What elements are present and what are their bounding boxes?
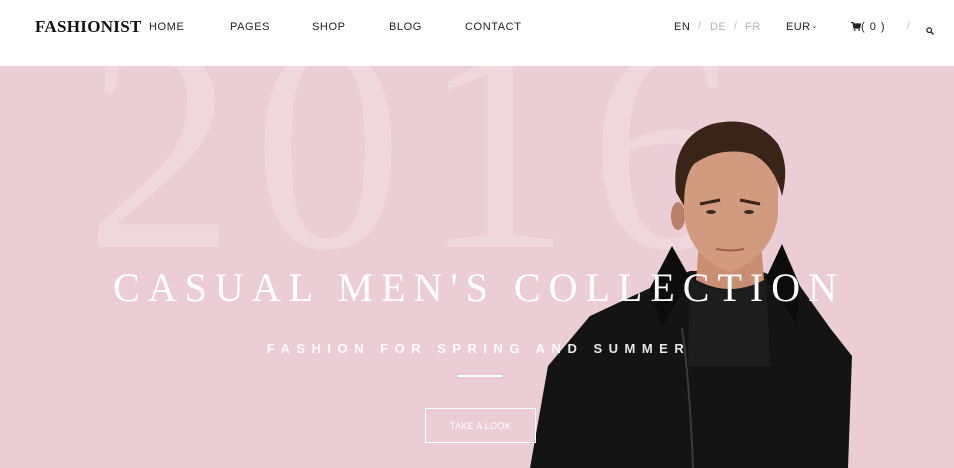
cart-count: ( 0 ) xyxy=(861,21,886,33)
search-icon[interactable] xyxy=(926,22,934,40)
site-logo[interactable]: FASHIONIST xyxy=(35,17,142,37)
language-separator: / xyxy=(698,20,702,32)
hero-subheadline: FASHION FOR SPRING AND SUMMER xyxy=(266,341,691,356)
currency-selector[interactable]: EUR⌄ xyxy=(786,21,818,33)
language-fr[interactable]: FR xyxy=(745,21,761,33)
nav-item-blog[interactable]: BLOG xyxy=(389,21,422,33)
hero-banner: 2016 CASUAL MEN'S COLLECTION FASHION FOR… xyxy=(0,66,954,468)
currency-label: EUR xyxy=(786,21,811,33)
take-a-look-button[interactable]: TAKE A LOOK xyxy=(425,408,536,443)
hero-headline: CASUAL MEN'S COLLECTION xyxy=(113,265,845,310)
language-de[interactable]: DE xyxy=(710,21,726,33)
nav-item-contact[interactable]: CONTACT xyxy=(465,21,522,33)
cart-icon xyxy=(851,21,862,31)
search-separator: / xyxy=(907,20,911,32)
site-header: FASHIONIST HOME PAGES SHOP BLOG CONTACT … xyxy=(0,0,954,66)
nav-item-pages[interactable]: PAGES xyxy=(230,21,270,33)
nav-item-shop[interactable]: SHOP xyxy=(312,21,346,33)
language-en[interactable]: EN xyxy=(674,21,690,33)
cart-button[interactable]: ( 0 ) xyxy=(851,21,886,33)
language-separator: / xyxy=(734,20,738,32)
hero-divider xyxy=(458,375,502,377)
chevron-down-icon: ⌄ xyxy=(811,23,818,30)
nav-item-home[interactable]: HOME xyxy=(149,21,184,33)
